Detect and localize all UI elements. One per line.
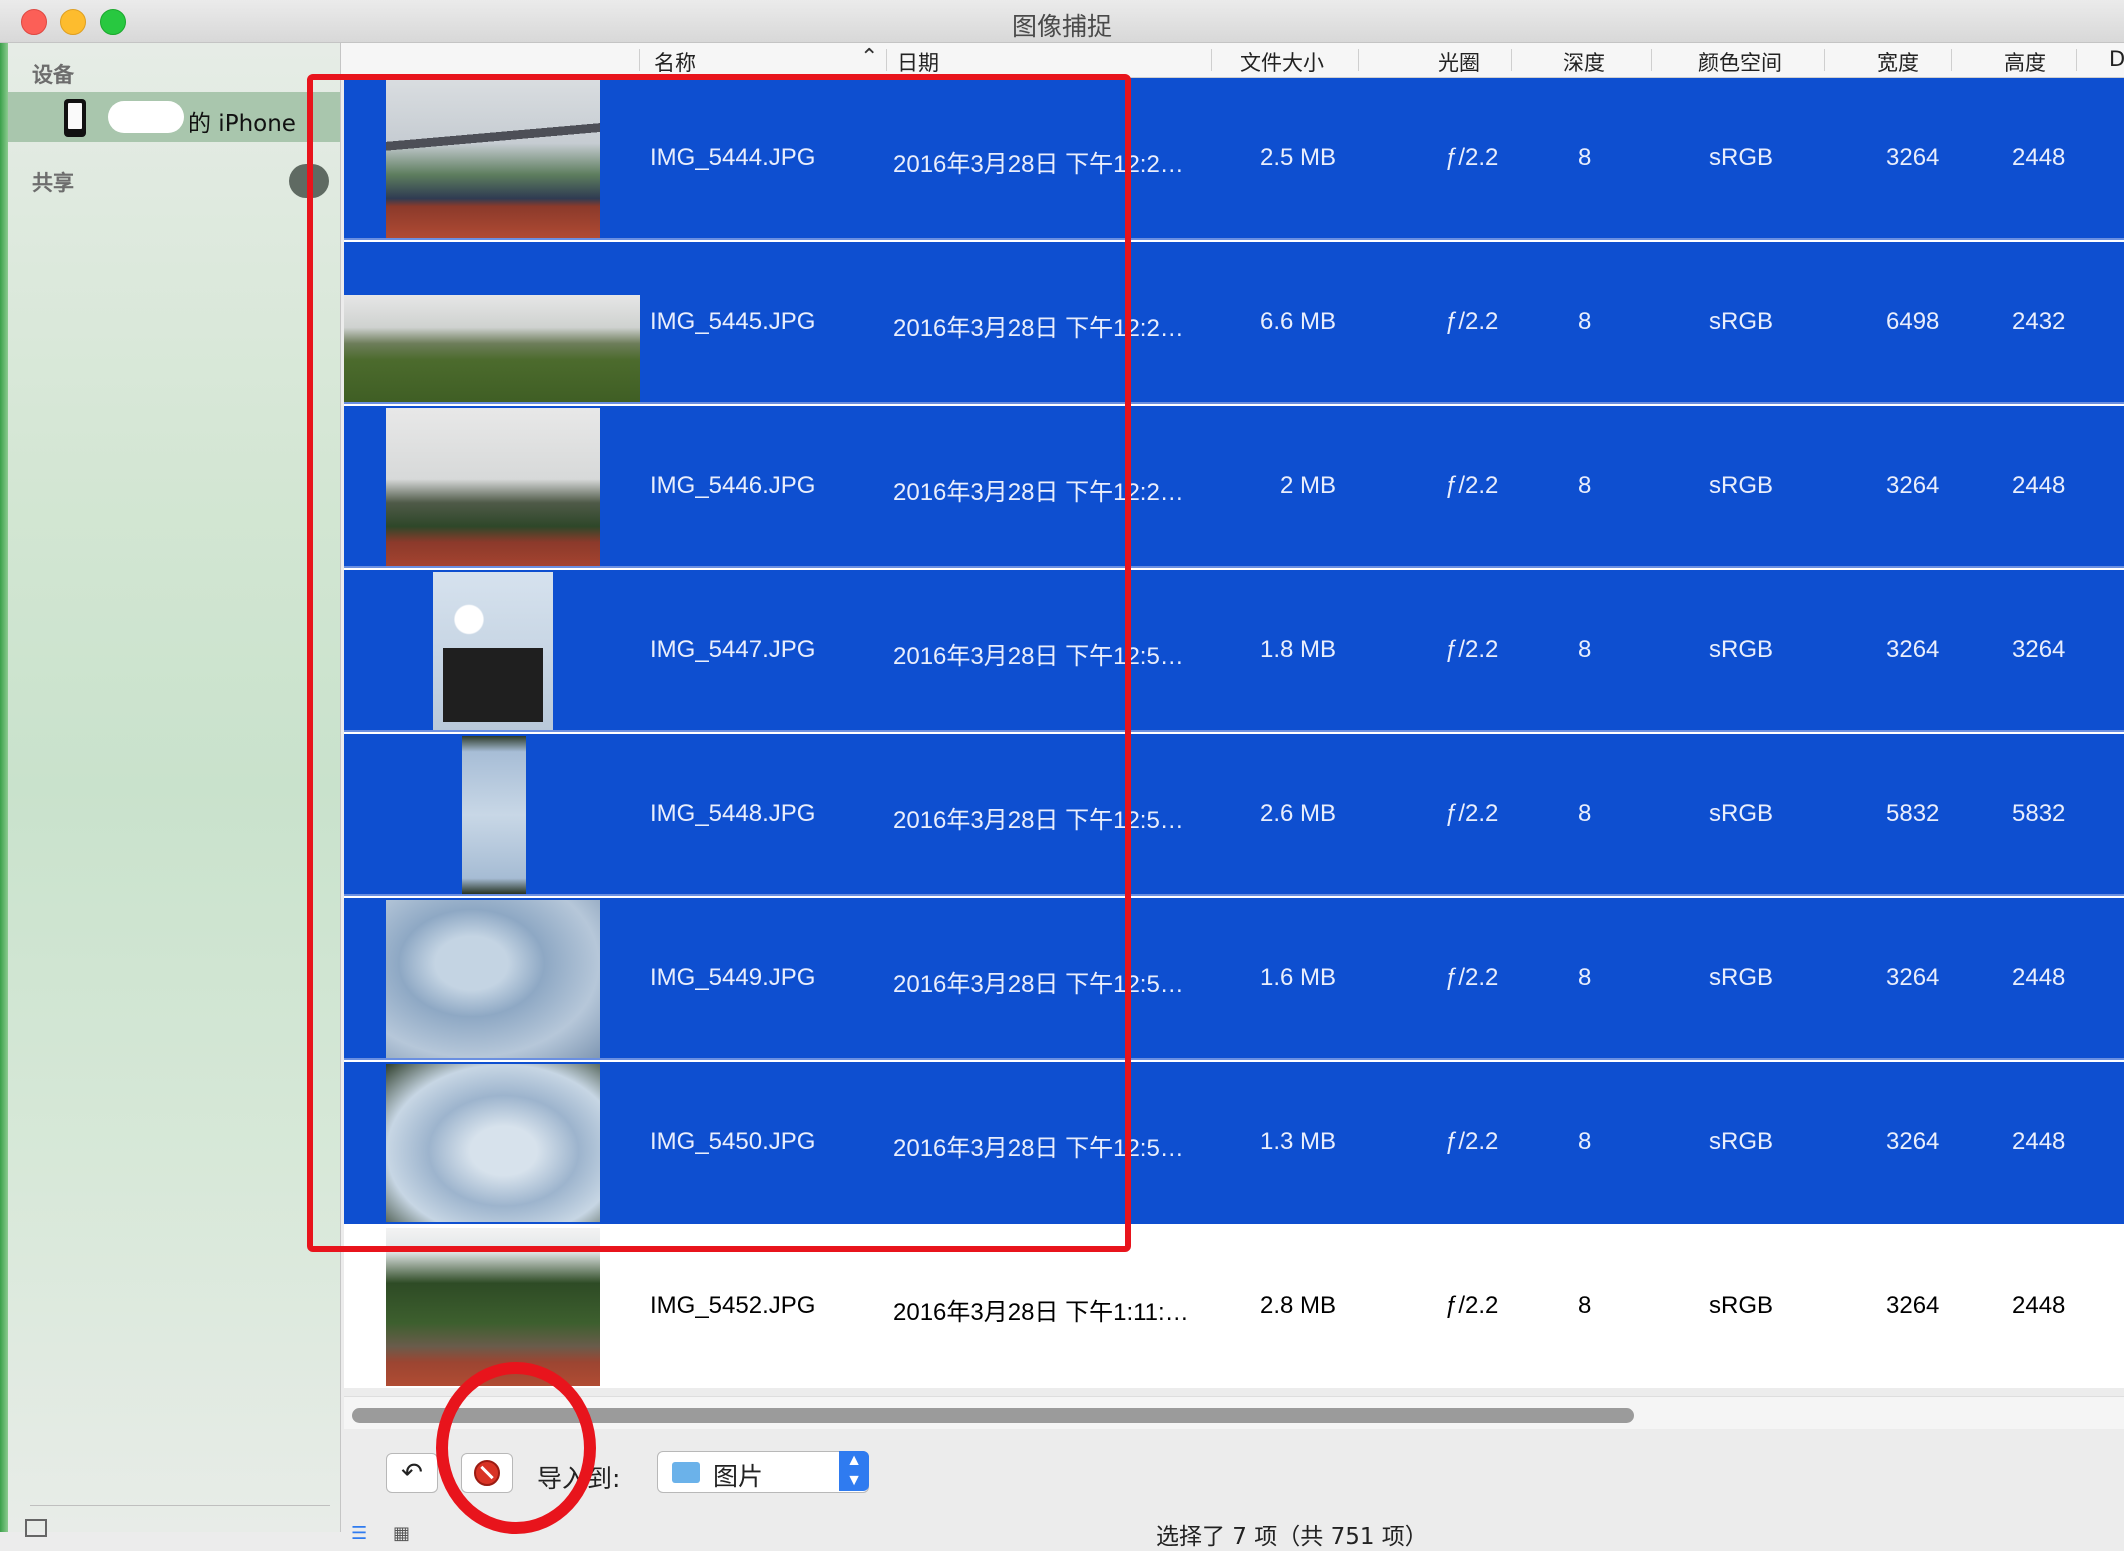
cell-size: 1.6 MB bbox=[1259, 964, 1336, 991]
cell-colorspace: sRGB bbox=[1709, 1292, 1774, 1319]
cell-width: 3264 bbox=[1886, 1128, 1940, 1155]
chevron-updown-icon: ▲ ▼ bbox=[839, 1451, 869, 1491]
column-separator bbox=[1358, 49, 1359, 71]
cell-colorspace: sRGB bbox=[1709, 144, 1774, 171]
title-bar: 图像捕捉 bbox=[0, 0, 2124, 43]
column-separator bbox=[886, 49, 887, 71]
column-header-aperture[interactable]: 光圈 bbox=[1438, 47, 1480, 77]
cell-aperture: ƒ/2.2 bbox=[1445, 636, 1499, 663]
rotate-icon: ↶ bbox=[401, 1458, 423, 1488]
cell-width: 3264 bbox=[1886, 964, 1940, 991]
cell-aperture: ƒ/2.2 bbox=[1445, 1128, 1499, 1155]
sidebar-divider bbox=[30, 1505, 330, 1506]
cell-height: 2448 bbox=[2012, 144, 2066, 171]
column-separator bbox=[1511, 49, 1512, 71]
cell-aperture: ƒ/2.2 bbox=[1445, 1292, 1499, 1319]
shared-header: 共享 bbox=[32, 171, 74, 195]
cell-date: 2016年3月28日 下午1:11:… bbox=[893, 1299, 1189, 1326]
window-title: 图像捕捉 bbox=[1011, 12, 1112, 41]
column-separator bbox=[1211, 49, 1212, 71]
cell-size: 1.3 MB bbox=[1259, 1128, 1336, 1155]
cell-size: 2.8 MB bbox=[1259, 1292, 1336, 1319]
cell-depth: 8 bbox=[1578, 800, 1592, 827]
cell-colorspace: sRGB bbox=[1709, 800, 1774, 827]
sidebar-item-iphone[interactable]: 的 iPhone bbox=[8, 92, 340, 142]
column-header-name[interactable]: 名称 bbox=[654, 47, 696, 77]
cell-colorspace: sRGB bbox=[1709, 636, 1774, 663]
cell-aperture: ƒ/2.2 bbox=[1445, 964, 1499, 991]
column-header-size[interactable]: 文件大小 bbox=[1240, 47, 1324, 77]
rotate-button[interactable]: ↶ bbox=[386, 1453, 438, 1493]
phone-icon bbox=[64, 99, 86, 137]
device-settings-icon[interactable] bbox=[25, 1519, 47, 1537]
cell-name: IMG_5452.JPG bbox=[650, 1292, 816, 1319]
cell-size: 6.6 MB bbox=[1259, 308, 1336, 335]
cell-colorspace: sRGB bbox=[1709, 1128, 1774, 1155]
cell-aperture: ƒ/2.2 bbox=[1445, 800, 1499, 827]
cell-height: 5832 bbox=[2012, 800, 2066, 827]
column-separator bbox=[1651, 49, 1652, 71]
cell-aperture: ƒ/2.2 bbox=[1445, 308, 1499, 335]
cell-colorspace: sRGB bbox=[1709, 964, 1774, 991]
cell-depth: 8 bbox=[1578, 964, 1592, 991]
cell-height: 2448 bbox=[2012, 1128, 2066, 1155]
import-destination-value: 图片 bbox=[713, 1462, 764, 1491]
column-separator bbox=[2076, 49, 2077, 71]
sidebar: 设备 的 iPhone 共享 bbox=[0, 43, 341, 1537]
folder-icon bbox=[672, 1462, 700, 1483]
bottom-toolbar: ↶ 导入到: 图片 ▲ ▼ ☰ ▦ 选择了 7 项（共 751 项） bbox=[341, 1429, 2124, 1550]
annotation-rectangle bbox=[307, 74, 1131, 1252]
cell-height: 2448 bbox=[2012, 472, 2066, 499]
sort-ascending-icon: ⌃ bbox=[860, 45, 879, 70]
cell-colorspace: sRGB bbox=[1709, 308, 1774, 335]
annotation-circle bbox=[436, 1362, 596, 1534]
column-separator bbox=[639, 49, 640, 71]
list-view-icon[interactable]: ☰ bbox=[351, 1523, 367, 1544]
cell-width: 3264 bbox=[1886, 144, 1940, 171]
cell-height: 2448 bbox=[2012, 964, 2066, 991]
import-destination-select[interactable]: 图片 ▲ ▼ bbox=[657, 1451, 869, 1493]
column-header-date[interactable]: 日期 bbox=[897, 47, 939, 77]
cell-size: 2.5 MB bbox=[1259, 144, 1336, 171]
selection-status: 选择了 7 项（共 751 项） bbox=[1156, 1524, 1428, 1550]
cell-size: 1.8 MB bbox=[1259, 636, 1336, 663]
cell-height: 2432 bbox=[2012, 308, 2066, 335]
cell-height: 2448 bbox=[2012, 1292, 2066, 1319]
cell-height: 3264 bbox=[2012, 636, 2066, 663]
cell-width: 3264 bbox=[1886, 1292, 1940, 1319]
column-header-width[interactable]: 宽度 bbox=[1877, 47, 1919, 77]
column-separator bbox=[1951, 49, 1952, 71]
cell-width: 5832 bbox=[1886, 800, 1940, 827]
cell-width: 6498 bbox=[1886, 308, 1940, 335]
column-separator bbox=[1824, 49, 1825, 71]
cell-depth: 8 bbox=[1578, 636, 1592, 663]
desktop-edge bbox=[0, 43, 8, 1532]
cell-width: 3264 bbox=[1886, 636, 1940, 663]
grid-view-icon[interactable]: ▦ bbox=[393, 1523, 410, 1544]
redacted-owner-name bbox=[108, 101, 184, 133]
table-header: 名称 ⌃ 日期 文件大小 光圈 深度 颜色空间 宽度 高度 D bbox=[341, 43, 2124, 78]
cell-colorspace: sRGB bbox=[1709, 472, 1774, 499]
horizontal-scrollbar[interactable] bbox=[344, 1396, 2124, 1429]
cell-aperture: ƒ/2.2 bbox=[1445, 472, 1499, 499]
cell-aperture: ƒ/2.2 bbox=[1445, 144, 1499, 171]
cell-depth: 8 bbox=[1578, 308, 1592, 335]
cell-width: 3264 bbox=[1886, 472, 1940, 499]
column-header-depth[interactable]: 深度 bbox=[1563, 47, 1605, 77]
cell-depth: 8 bbox=[1578, 1128, 1592, 1155]
column-header-height[interactable]: 高度 bbox=[2004, 47, 2046, 77]
cell-depth: 8 bbox=[1578, 1292, 1592, 1319]
cell-size: 2.6 MB bbox=[1259, 800, 1336, 827]
cell-size: 2 MB bbox=[1279, 472, 1336, 499]
cell-depth: 8 bbox=[1578, 144, 1592, 171]
devices-header: 设备 bbox=[32, 63, 74, 87]
column-header-colorspace[interactable]: 颜色空间 bbox=[1698, 47, 1782, 77]
cell-depth: 8 bbox=[1578, 472, 1592, 499]
column-header-more[interactable]: D bbox=[2109, 47, 2124, 71]
device-name-label: 的 iPhone bbox=[188, 111, 296, 137]
